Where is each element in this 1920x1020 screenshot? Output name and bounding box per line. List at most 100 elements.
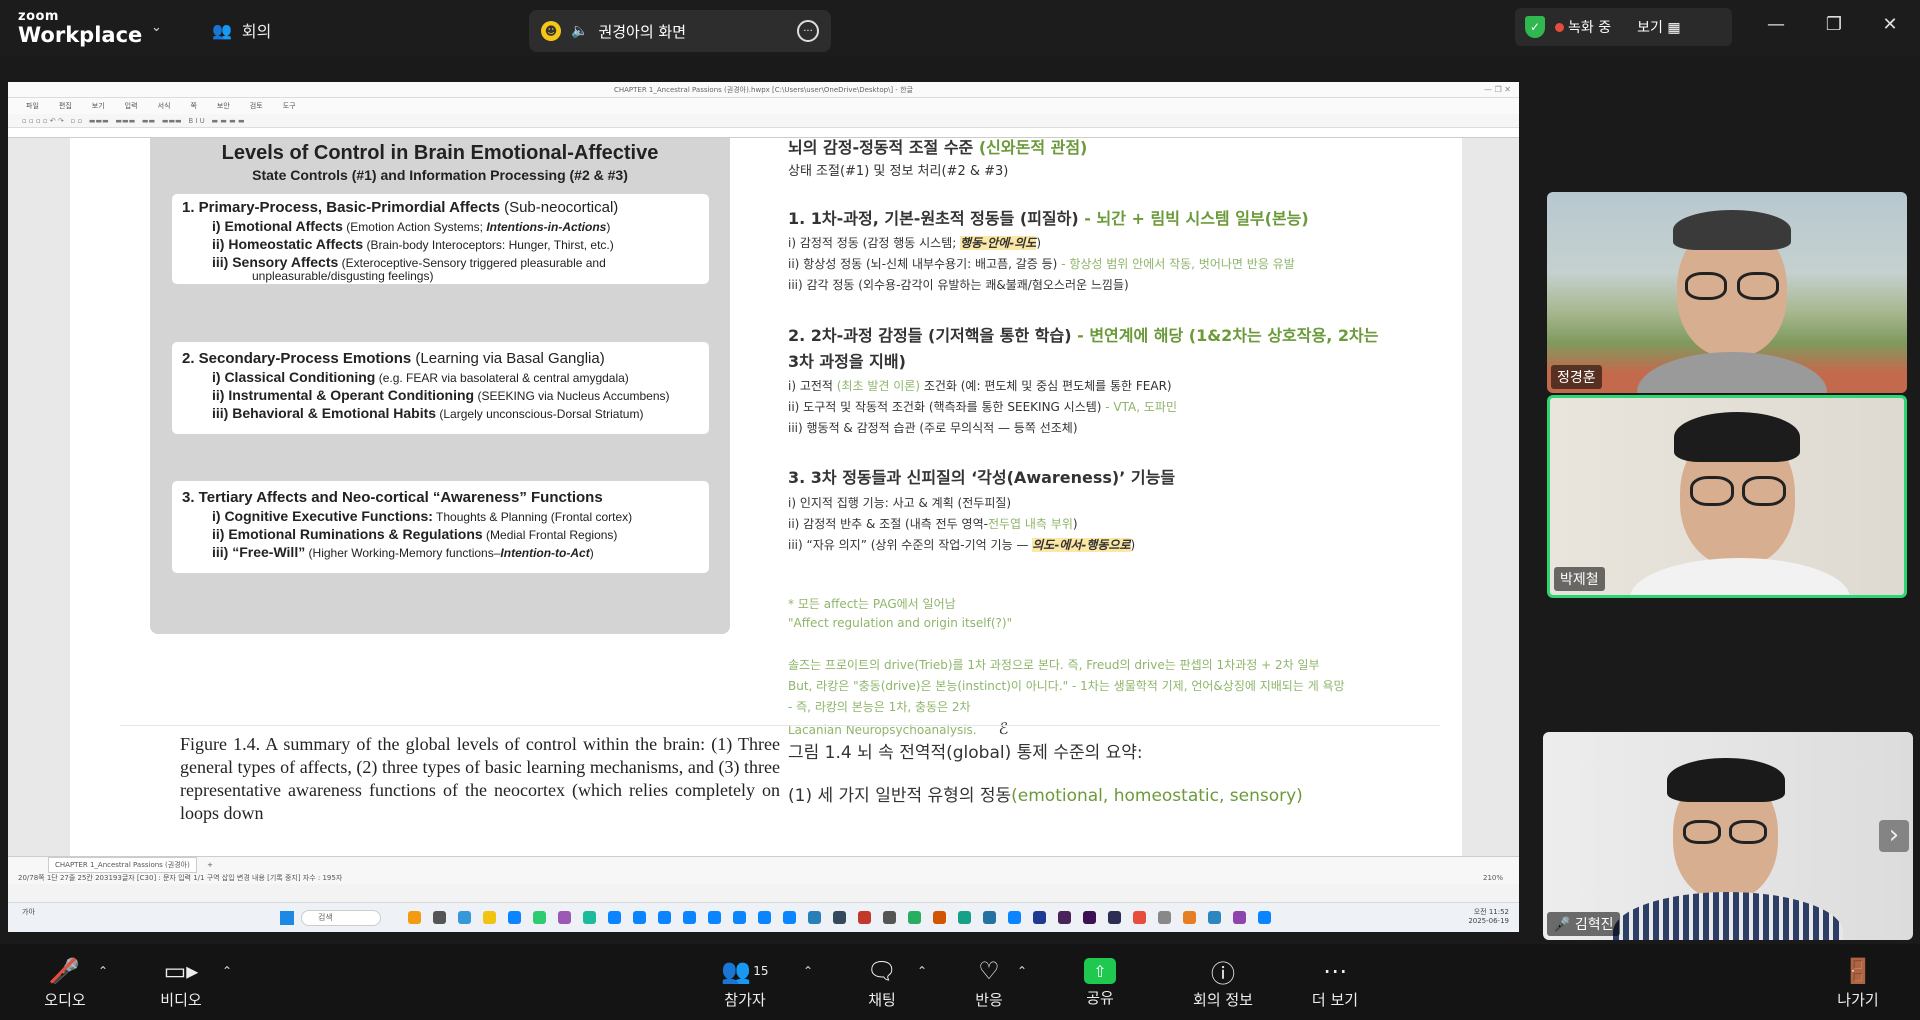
menu-insert[interactable]: 입력 [125,98,138,114]
taskbar-clock[interactable]: 오전 11:52 2025-06-19 [1468,907,1509,925]
menu-review[interactable]: 검토 [250,98,263,114]
kr-s1-heading: 1. 1차-과정, 기본-원초적 정동들 (피질하) - 뇌간 + 림빅 시스템… [788,209,1309,228]
participant-video-3[interactable]: 🎤 김혁진 [1543,732,1913,940]
browser-icon[interactable] [783,911,796,924]
kr-s1-i: i) 감정적 정동 (감정 행동 시스템; 행동-안에-의도) [788,236,1041,250]
pdf-icon[interactable] [858,911,871,924]
app-icon[interactable] [1183,911,1196,924]
participant-name: 박제철 [1554,567,1605,591]
next-page-arrow-icon[interactable]: › [1879,820,1909,852]
zoom-level[interactable]: 210% [1483,871,1503,885]
windows-start-icon[interactable] [280,911,294,925]
logo-big-text: Workplace [18,23,143,47]
taskbar-search[interactable]: 검색 [301,910,381,926]
app-icon[interactable] [1158,911,1171,924]
meeting-info-button[interactable]: ⓘ 회의 정보 [1178,956,1268,1010]
browser-icon[interactable] [508,911,521,924]
more-options-icon[interactable]: ··· [797,20,819,42]
video-options-caret-icon[interactable]: ⌃ [222,964,232,978]
minimize-icon[interactable]: — [1764,14,1788,35]
hwp-ruler[interactable] [8,128,1519,138]
folder-icon[interactable] [483,911,496,924]
close-icon[interactable]: ✕ [1878,14,1902,35]
chat-options-caret-icon[interactable]: ⌃ [917,964,927,978]
kr-s2-heading-cont: 3차 과정을 지배) [788,352,906,371]
leave-button[interactable]: 🚪 나가기 [1813,956,1903,1010]
restore-icon[interactable]: ❐ [1822,14,1846,35]
audio-button[interactable]: 🎤 오디오 [20,956,110,1010]
app-icon[interactable] [533,911,546,924]
chevron-down-icon[interactable]: ⌄ [151,20,162,35]
menu-file[interactable]: 파일 [26,98,39,114]
app-icon[interactable] [1208,911,1221,924]
menu-page[interactable]: 쪽 [190,98,196,114]
app-icon[interactable] [458,911,471,924]
browser-icon[interactable] [758,911,771,924]
menu-security[interactable]: 보안 [217,98,230,114]
menu-tools[interactable]: 도구 [283,98,296,114]
kr-note-2: "Affect regulation and origin itself(?)" [788,616,1013,630]
vscode-icon[interactable] [808,911,821,924]
video-label: 비디오 [160,991,202,1009]
app-icon[interactable] [558,911,571,924]
youtube-icon[interactable] [1133,911,1146,924]
app-icon[interactable] [1108,911,1121,924]
kr-s3-heading: 3. 3차 정동들과 신피질의 ‘각성(Awareness)’ 기능들 [788,468,1176,487]
browser-icon[interactable] [608,911,621,924]
kr-top-heading: 뇌의 감정-정동적 조절 수준 (신와돈적 관점) [788,138,1088,157]
participant-video-2-active-speaker[interactable]: 박제철 [1547,395,1907,598]
app-icon[interactable] [883,911,896,924]
reactions-options-caret-icon[interactable]: ⌃ [1017,964,1027,978]
browser-icon[interactable] [708,911,721,924]
add-tab-icon[interactable]: + [207,861,213,869]
app-icon[interactable] [1083,911,1096,924]
participant-video-1[interactable]: 정경훈 [1547,192,1907,393]
browser-icon[interactable] [683,911,696,924]
powerpoint-icon[interactable] [933,911,946,924]
menu-view[interactable]: 보기 [92,98,105,114]
word-icon[interactable] [983,911,996,924]
menu-edit[interactable]: 편집 [59,98,72,114]
participants-button[interactable]: 👥 15 참가자 [700,956,790,1010]
meeting-label-button[interactable]: 👥 회의 [212,18,271,42]
app-icon[interactable] [1058,911,1071,924]
recording-label: 녹화 중 [1555,17,1611,37]
microphone-muted-icon: 🎤 [50,957,80,985]
more-button[interactable]: ⋯ 더 보기 [1290,956,1380,1010]
app-icon[interactable] [433,911,446,924]
browser-icon[interactable] [583,911,596,924]
video-button[interactable]: ▭▸ 비디오 [136,956,226,1010]
speaker-icon: 🔈 [571,23,589,39]
participants-options-caret-icon[interactable]: ⌃ [803,964,813,978]
app-icon[interactable] [833,911,846,924]
document-area[interactable]: Levels of Control in Brain Emotional-Aff… [8,138,1519,856]
figure-caption-korean-item: (1) 세 가지 일반적 유형의 정동(emotional, homeostat… [788,786,1303,806]
app-icon[interactable] [1233,911,1246,924]
excel-icon[interactable] [908,911,921,924]
document-page[interactable]: Levels of Control in Brain Emotional-Aff… [70,138,1462,856]
chat-button[interactable]: 🗨 채팅 [837,956,927,1010]
weather-widget[interactable]: 가아 [22,907,35,917]
hwp-toolbar[interactable]: ▫ ▫ ▫ ▫ ↶ ↷ ▫ ▫ ▬▬▬ ▬▬▬ ▬▬ ▬▬▬ B I U ▬ ▬… [8,114,1519,128]
kr-s2-i: i) 고전적 (최초 발견 이론) 조건화 (예: 편도체 및 중심 편도체를 … [788,379,1172,393]
shield-check-icon: ✓ [1525,16,1545,38]
browser-icon[interactable] [633,911,646,924]
zoom-app-icon[interactable] [1258,911,1271,924]
windows-taskbar: 가아 검색 오전 11:52 2025-06-19 [8,902,1519,932]
hwp-icon[interactable] [1008,911,1021,924]
browser-icon[interactable] [658,911,671,924]
view-button[interactable]: 보기 ▦ [1637,17,1680,37]
audio-options-caret-icon[interactable]: ⌃ [98,964,108,978]
app-icon[interactable] [408,911,421,924]
browser-icon[interactable] [733,911,746,924]
zoom-logo[interactable]: zoom Workplace [18,10,142,46]
share-banner-label: 권경아의 화면 [598,22,687,41]
share-screen-button[interactable]: ⇧ 공유 [1055,956,1145,1008]
menu-format[interactable]: 서식 [158,98,171,114]
screen-share-banner[interactable]: ☻ 🔈 권경아의 화면 ··· [529,10,831,52]
excel-icon[interactable] [958,911,971,924]
recording-status[interactable]: ✓ 녹화 중 보기 ▦ [1515,8,1732,46]
hwp-window-controls[interactable]: — ❐ ✕ [1484,82,1511,98]
photoshop-icon[interactable] [1033,911,1046,924]
meeting-info-label: 회의 정보 [1193,991,1253,1009]
